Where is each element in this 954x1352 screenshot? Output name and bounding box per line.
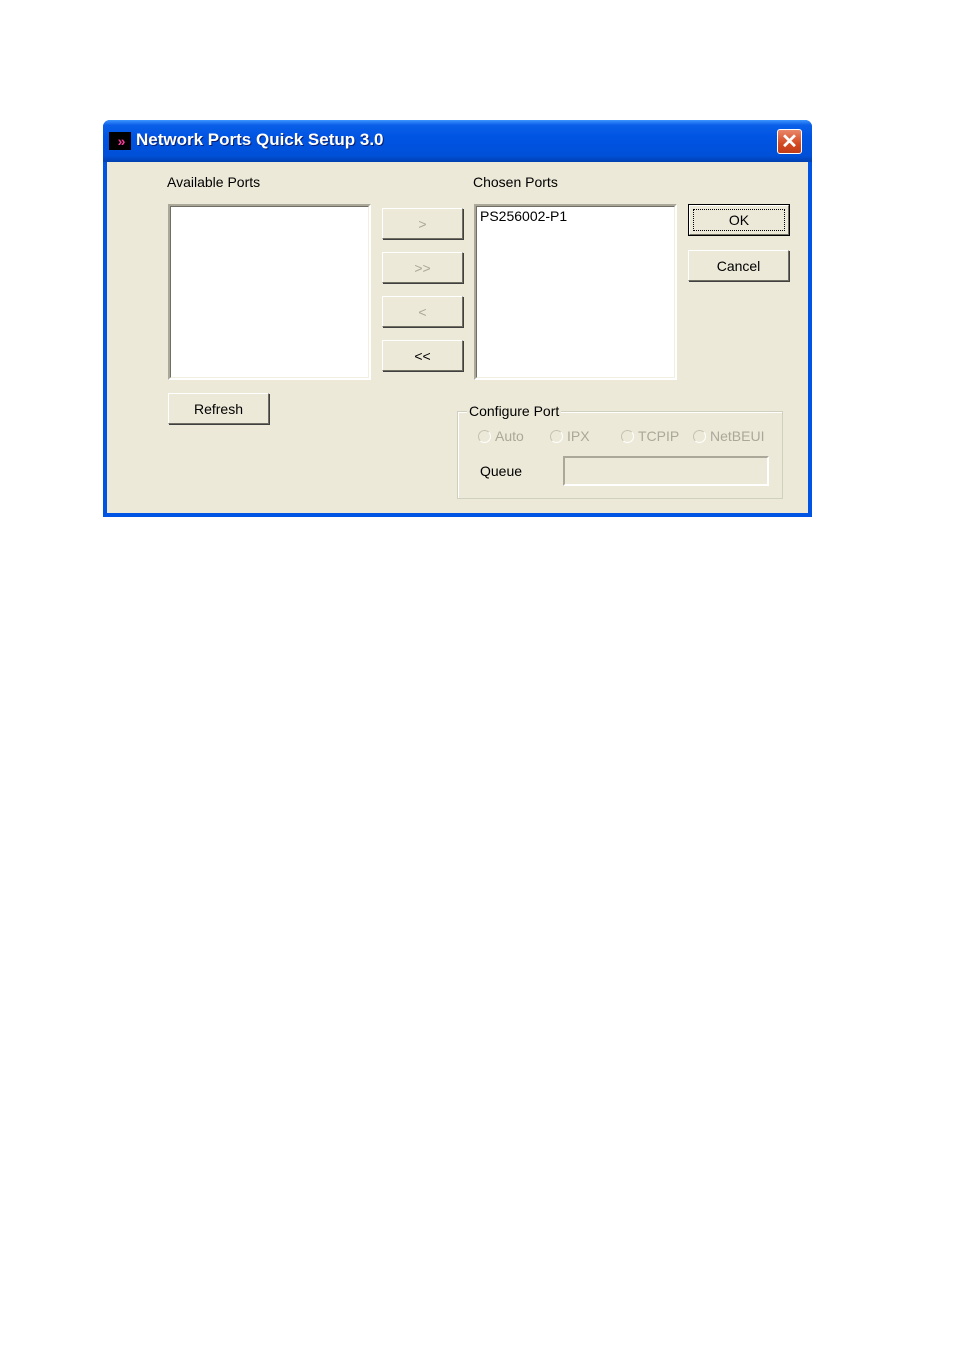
- remove-port-button[interactable]: <: [382, 296, 463, 327]
- close-button[interactable]: ✕: [777, 129, 802, 154]
- radio-tcpip[interactable]: TCPIP: [621, 428, 679, 444]
- app-icon: »: [109, 132, 131, 150]
- dialog-body: Available Ports Chosen Ports PS256002-P1…: [107, 162, 808, 513]
- remove-all-ports-button[interactable]: <<: [382, 340, 463, 371]
- refresh-button[interactable]: Refresh: [168, 393, 269, 424]
- close-icon: ✕: [781, 131, 798, 153]
- radio-icon: [478, 429, 491, 443]
- cancel-button[interactable]: Cancel: [688, 250, 789, 281]
- title-bar[interactable]: » Network Ports Quick Setup 3.0 ✕: [103, 120, 812, 162]
- list-item[interactable]: PS256002-P1: [480, 208, 567, 224]
- chosen-ports-label: Chosen Ports: [473, 174, 558, 190]
- configure-port-label: Configure Port: [467, 403, 562, 419]
- add-all-ports-button[interactable]: >>: [382, 252, 463, 283]
- queue-input[interactable]: [563, 456, 769, 486]
- radio-icon: [693, 429, 706, 443]
- window-title: Network Ports Quick Setup 3.0: [136, 130, 384, 149]
- radio-ipx[interactable]: IPX: [550, 428, 590, 444]
- chosen-ports-list[interactable]: PS256002-P1: [474, 204, 677, 380]
- radio-icon: [550, 429, 563, 443]
- dialog-window: » Network Ports Quick Setup 3.0 ✕ Availa…: [103, 120, 812, 517]
- ok-button[interactable]: OK: [688, 204, 790, 236]
- configure-port-group: Configure Port Auto IPX TCPIP NetBEUI Qu…: [457, 403, 783, 499]
- radio-netbeui[interactable]: NetBEUI: [693, 428, 764, 444]
- radio-auto[interactable]: Auto: [478, 428, 524, 444]
- add-port-button[interactable]: >: [382, 208, 463, 239]
- queue-label: Queue: [480, 463, 523, 479]
- radio-icon: [621, 429, 634, 443]
- available-ports-list[interactable]: [168, 204, 371, 380]
- available-ports-label: Available Ports: [167, 174, 261, 190]
